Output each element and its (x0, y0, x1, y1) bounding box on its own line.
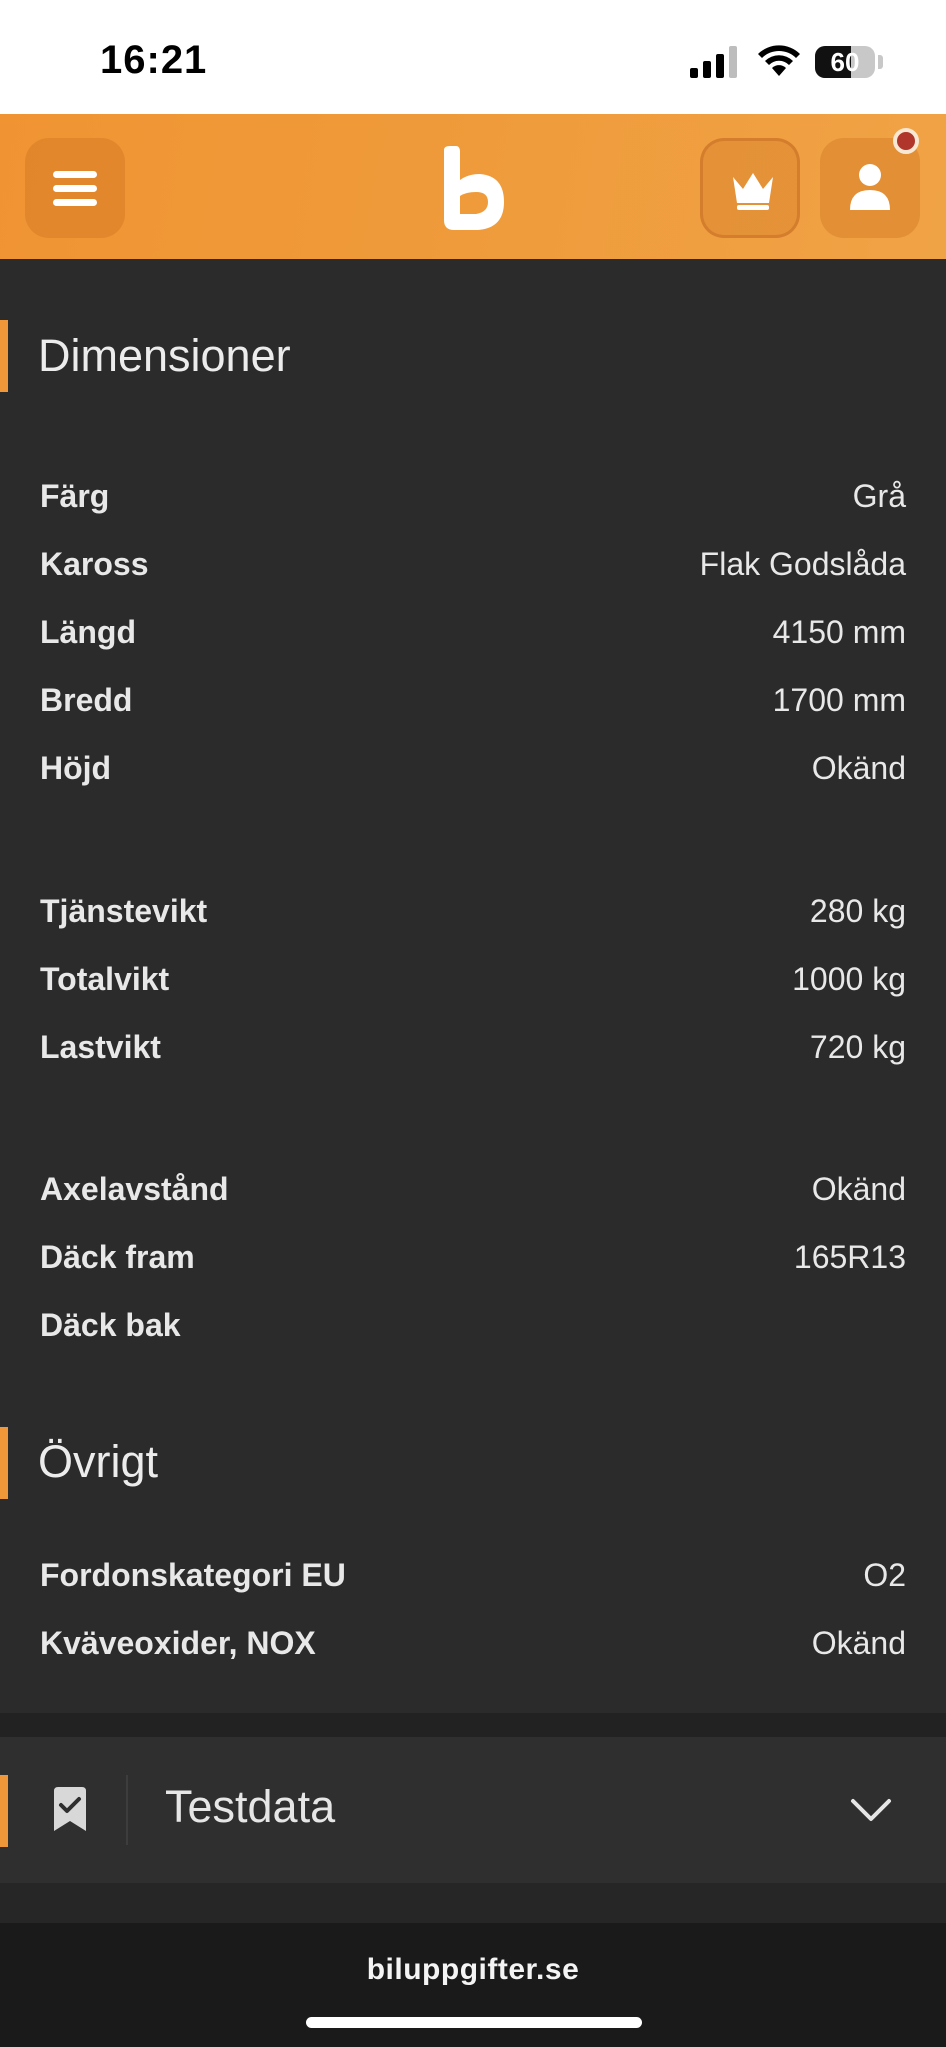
row-label: Färg (40, 478, 110, 514)
row-label: Bredd (40, 682, 133, 718)
row-value: Flak Godslåda (699, 546, 906, 582)
row-value: 1000 kg (792, 961, 906, 997)
status-bar: 16:21 60 (0, 0, 946, 114)
section-accent (0, 320, 8, 392)
row-value: 165R13 (793, 1239, 906, 1275)
row-value: Okänd (811, 1171, 906, 1207)
browser-address-bar[interactable]: biluppgifter.se (0, 1923, 946, 2047)
row-label: Axelavstånd (40, 1171, 229, 1207)
testdata-title: Testdata (165, 1781, 336, 1832)
row-value: 4150 mm (772, 614, 906, 650)
row-value: 280 kg (809, 893, 906, 929)
menu-button[interactable] (25, 138, 125, 238)
hamburger-menu-icon (53, 185, 97, 192)
section-accent (0, 1427, 8, 1499)
row-label: Kaross (40, 546, 149, 582)
hamburger-menu-icon (53, 171, 97, 178)
row-value: Grå (852, 478, 906, 514)
section-divider (0, 1713, 946, 1737)
row-label: Däck bak (40, 1307, 181, 1343)
row-value: 720 kg (809, 1029, 906, 1065)
row-label: Tjänstevikt (40, 893, 208, 929)
row-label: Fordonskategori EU (40, 1557, 346, 1593)
app-header (0, 114, 946, 259)
row-value: Okänd (811, 1625, 906, 1661)
row-label: Längd (40, 614, 136, 650)
hamburger-menu-icon (53, 199, 97, 206)
battery-icon: 60 (815, 46, 875, 78)
brand-logo[interactable] (440, 146, 506, 230)
notification-badge (893, 128, 919, 154)
row-value: O2 (863, 1557, 906, 1593)
testdata-accordion[interactable]: Testdata (0, 1737, 946, 1883)
cellular-signal-icon (690, 46, 737, 78)
home-indicator[interactable] (306, 2017, 642, 2028)
divider (126, 1775, 128, 1845)
content-footer-band (0, 1883, 946, 1923)
row-label: Totalvikt (40, 961, 170, 997)
status-time: 16:21 (100, 38, 208, 82)
row-label: Däck fram (40, 1239, 195, 1275)
battery-cap (878, 55, 883, 69)
row-label: Kväveoxider, NOX (40, 1625, 316, 1661)
chevron-down-icon[interactable] (850, 1797, 892, 1823)
crown-icon (733, 173, 773, 210)
wifi-icon (758, 45, 800, 76)
row-label: Höjd (40, 750, 112, 786)
section-title-dimensions: Dimensioner (38, 330, 291, 381)
url-text[interactable]: biluppgifter.se (0, 1953, 946, 1987)
battery-level: 60 (830, 47, 860, 77)
row-value: 1700 mm (772, 682, 906, 718)
bookmark-check-icon (54, 1787, 86, 1831)
row-value: Okänd (811, 750, 906, 786)
premium-button[interactable] (700, 138, 800, 238)
section-title-other: Övrigt (38, 1436, 159, 1487)
row-label: Lastvikt (40, 1029, 161, 1065)
section-accent (0, 1775, 8, 1847)
user-icon (850, 164, 890, 210)
